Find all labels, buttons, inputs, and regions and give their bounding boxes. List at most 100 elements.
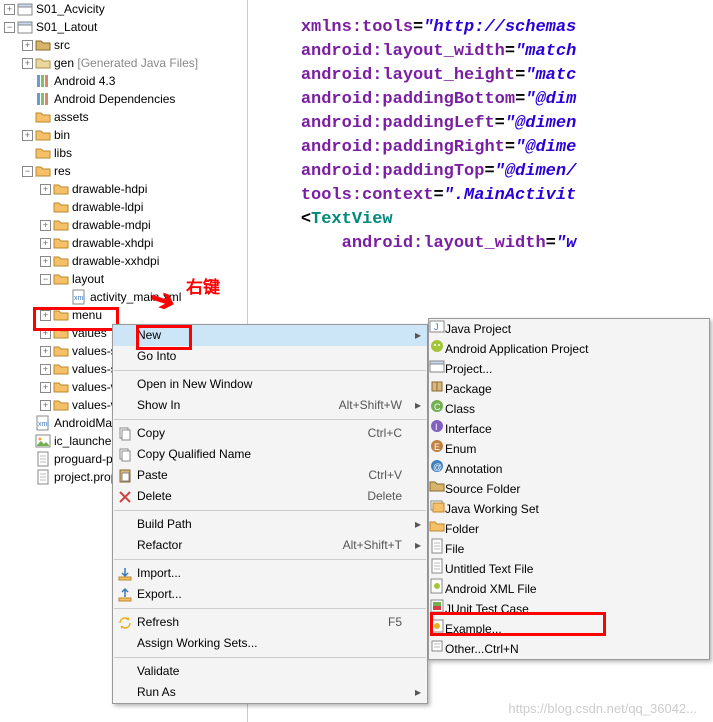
tree-item[interactable]: − S01_Latout: [0, 18, 247, 36]
menu-item[interactable]: Copy Qualified Name: [113, 444, 427, 465]
code-line[interactable]: android:paddingLeft="@dimen: [260, 112, 713, 136]
tree-item-label: S01_Latout: [35, 18, 97, 36]
tree-item[interactable]: +drawable-xhdpi: [0, 234, 247, 252]
expand-toggle-icon[interactable]: +: [40, 220, 51, 231]
menu-item[interactable]: Run As▸: [113, 682, 427, 703]
menu-separator: [114, 510, 426, 511]
menu-item[interactable]: Show InAlt+Shift+W▸: [113, 395, 427, 416]
menu-item-label: File: [445, 539, 464, 559]
tree-item-label: layout: [71, 270, 104, 288]
menu-item-label: Untitled Text File: [445, 559, 533, 579]
menu-item[interactable]: PasteCtrl+V: [113, 465, 427, 486]
project-icon: [429, 358, 445, 380]
folder-icon: [53, 181, 69, 197]
code-line[interactable]: <TextView: [260, 208, 713, 232]
code-line[interactable]: android:paddingBottom="@dim: [260, 88, 713, 112]
menu-item[interactable]: Build Path▸: [113, 514, 427, 535]
file-icon: [429, 538, 445, 560]
tree-item[interactable]: drawable-ldpi: [0, 198, 247, 216]
new-submenu[interactable]: JJava ProjectAndroid Application Project…: [428, 318, 710, 660]
svg-text:@: @: [433, 462, 442, 472]
context-menu[interactable]: New▸Go IntoOpen in New WindowShow InAlt+…: [112, 324, 428, 704]
tree-item[interactable]: +bin: [0, 126, 247, 144]
menu-item[interactable]: Project...: [429, 359, 709, 379]
expand-toggle-icon[interactable]: +: [40, 400, 51, 411]
tree-item[interactable]: Android Dependencies: [0, 90, 247, 108]
tree-item[interactable]: − res: [0, 162, 247, 180]
menu-item[interactable]: JJava Project: [429, 319, 709, 339]
code-line[interactable]: android:layout_width="w: [260, 232, 713, 256]
folder-icon: [35, 145, 51, 161]
tree-item[interactable]: Android 4.3: [0, 72, 247, 90]
menu-item[interactable]: RefactorAlt+Shift+T▸: [113, 535, 427, 556]
menu-item[interactable]: Java Working Set: [429, 499, 709, 519]
menu-item[interactable]: EEnum: [429, 439, 709, 459]
menu-item[interactable]: Other...Ctrl+N: [429, 639, 709, 659]
code-line[interactable]: xmlns:tools="http://schemas: [260, 16, 713, 40]
menu-item[interactable]: Validate: [113, 661, 427, 682]
code-line[interactable]: android:paddingRight="@dime: [260, 136, 713, 160]
folder-icon: [53, 271, 69, 287]
menu-item[interactable]: Android XML File: [429, 579, 709, 599]
copy-icon: [113, 423, 137, 444]
expand-toggle-icon[interactable]: −: [4, 22, 15, 33]
menu-item-label: Refresh: [137, 612, 388, 633]
tree-item[interactable]: +src: [0, 36, 247, 54]
tree-item-label: Android Dependencies: [53, 90, 175, 108]
expand-toggle-icon[interactable]: +: [40, 238, 51, 249]
menu-item[interactable]: CopyCtrl+C: [113, 423, 427, 444]
menu-separator: [114, 608, 426, 609]
tree-item[interactable]: +drawable-xxhdpi: [0, 252, 247, 270]
menu-item[interactable]: Assign Working Sets...: [113, 633, 427, 654]
tree-item-label: res: [53, 162, 71, 180]
expand-toggle-icon[interactable]: +: [40, 346, 51, 357]
menu-item[interactable]: Package: [429, 379, 709, 399]
expand-toggle-icon[interactable]: −: [40, 274, 51, 285]
folder-icon: [53, 397, 69, 413]
menu-item[interactable]: Open in New Window: [113, 374, 427, 395]
folder-icon: [429, 518, 445, 540]
expand-toggle-icon[interactable]: −: [22, 166, 33, 177]
expand-toggle-icon[interactable]: +: [22, 58, 33, 69]
tree-item[interactable]: +drawable-mdpi: [0, 216, 247, 234]
menu-item[interactable]: Import...: [113, 563, 427, 584]
blank-icon: [113, 535, 137, 556]
tree-item[interactable]: libs: [0, 144, 247, 162]
expand-toggle-icon[interactable]: +: [4, 4, 15, 15]
menu-item[interactable]: DeleteDelete: [113, 486, 427, 507]
menu-item[interactable]: Source Folder: [429, 479, 709, 499]
folder-icon: [53, 235, 69, 251]
submenu-arrow-icon: ▸: [412, 535, 427, 556]
menu-item[interactable]: Untitled Text File: [429, 559, 709, 579]
menu-item[interactable]: File: [429, 539, 709, 559]
code-line[interactable]: tools:context=".MainActivit: [260, 184, 713, 208]
expand-toggle-icon[interactable]: +: [22, 130, 33, 141]
menu-item[interactable]: IInterface: [429, 419, 709, 439]
menu-item[interactable]: Android Application Project: [429, 339, 709, 359]
xml-icon: xml: [71, 289, 87, 305]
expand-toggle-icon[interactable]: +: [40, 256, 51, 267]
tree-item[interactable]: assets: [0, 108, 247, 126]
code-line[interactable]: android:paddingTop="@dimen/: [260, 160, 713, 184]
tree-item[interactable]: +gen [Generated Java Files]: [0, 54, 247, 72]
menu-item[interactable]: @Annotation: [429, 459, 709, 479]
tree-item[interactable]: +drawable-hdpi: [0, 180, 247, 198]
tree-item[interactable]: +S01_Acvicity: [0, 0, 247, 18]
menu-item-label: Open in New Window: [137, 374, 412, 395]
code-line[interactable]: android:layout_width="match: [260, 40, 713, 64]
menu-item[interactable]: RefreshF5: [113, 612, 427, 633]
menu-item-label: Run As: [137, 682, 412, 703]
expand-toggle-icon[interactable]: +: [40, 382, 51, 393]
folder-icon: [53, 199, 69, 215]
expand-toggle-icon[interactable]: +: [40, 364, 51, 375]
expand-toggle-icon[interactable]: +: [22, 40, 33, 51]
folder-src-icon: [35, 37, 51, 53]
menu-item[interactable]: CClass: [429, 399, 709, 419]
blank-icon: [113, 374, 137, 395]
menu-item[interactable]: Folder: [429, 519, 709, 539]
menu-item[interactable]: Export...: [113, 584, 427, 605]
menu-separator: [114, 559, 426, 560]
menu-item-accel: Ctrl+V: [368, 465, 412, 486]
expand-toggle-icon[interactable]: +: [40, 184, 51, 195]
code-line[interactable]: android:layout_height="matc: [260, 64, 713, 88]
